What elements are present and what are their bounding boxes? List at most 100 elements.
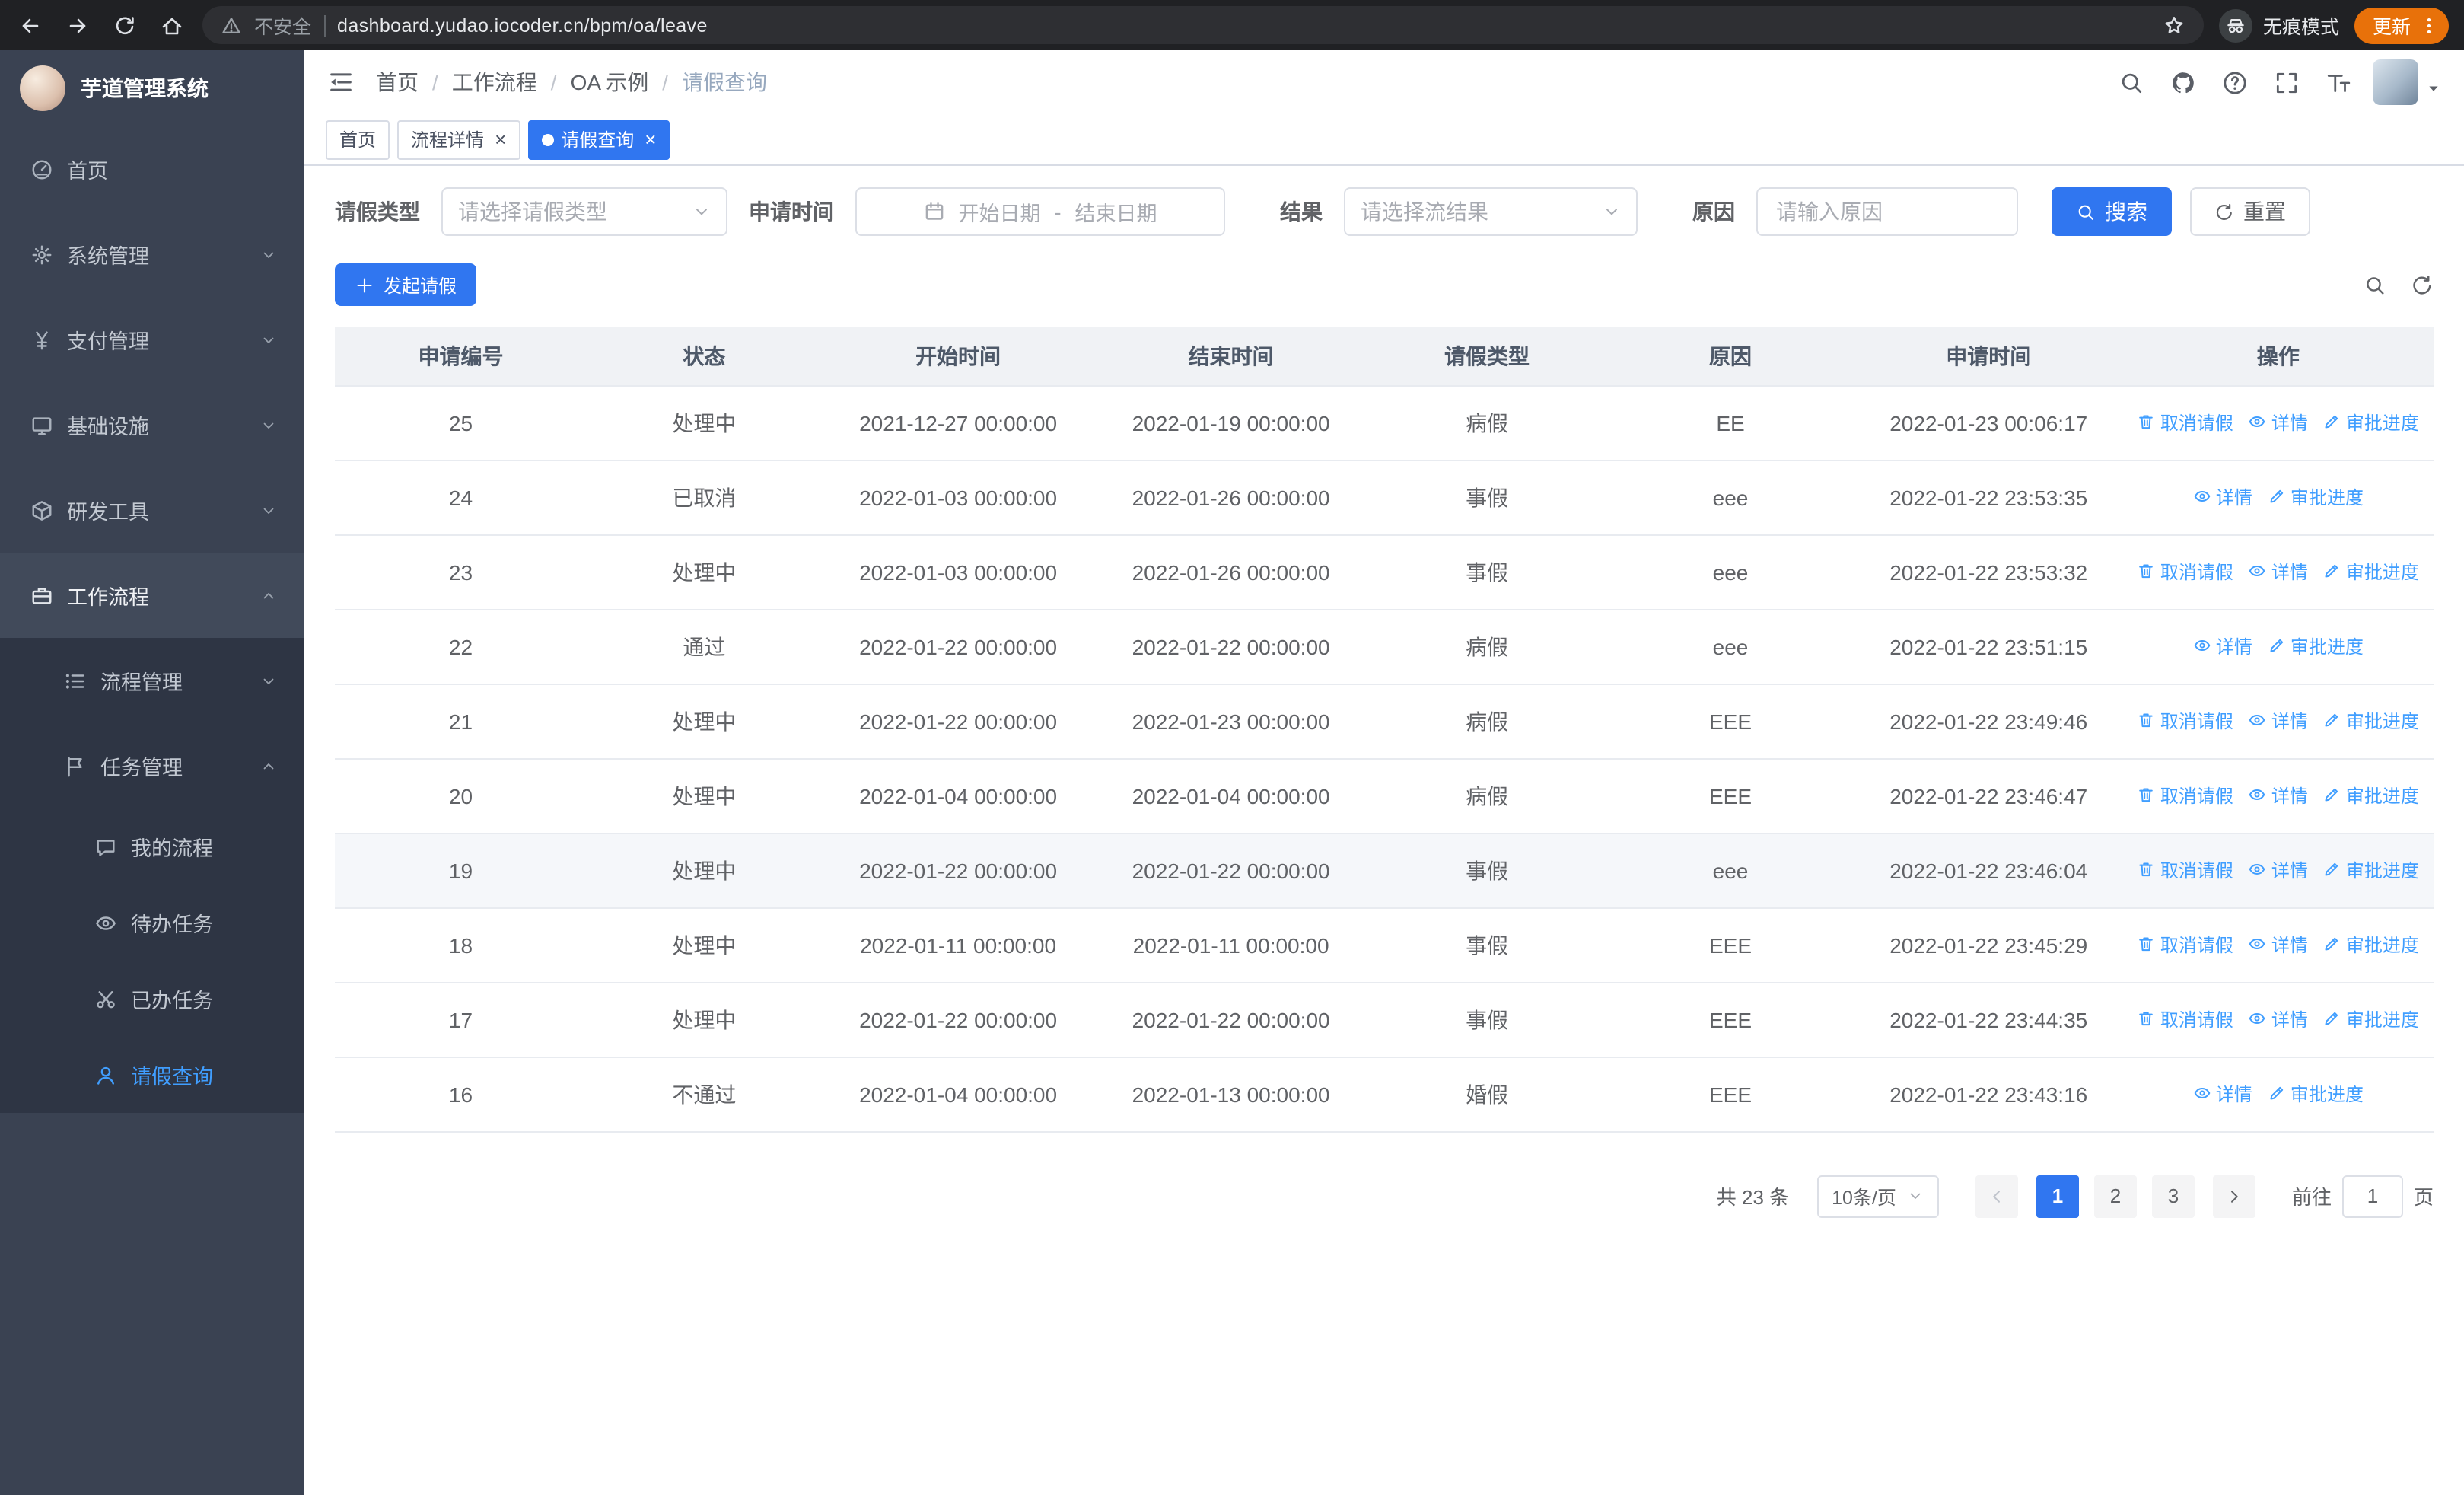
end-date-placeholder[interactable]: 结束日期	[1075, 196, 1157, 227]
sidebar-collapse-icon[interactable]	[327, 69, 355, 96]
cell-status: 处理中	[586, 385, 822, 461]
goto-page-input[interactable]	[2341, 1175, 2403, 1217]
result-select[interactable]: 请选择流结果	[1344, 187, 1638, 236]
caret-down-icon[interactable]	[2426, 81, 2441, 96]
action-progress-link[interactable]: 审批进度	[2323, 857, 2419, 883]
home-icon[interactable]	[160, 13, 184, 37]
sidebar-item[interactable]: 流程管理	[0, 638, 304, 723]
prev-page-button[interactable]	[1975, 1175, 2018, 1217]
action-detail-link[interactable]: 详情	[2249, 559, 2308, 585]
action-label: 取消请假	[2160, 561, 2233, 583]
action-detail-link[interactable]: 详情	[2193, 484, 2252, 510]
reason-input[interactable]	[1756, 187, 2018, 236]
sidebar-item[interactable]: 我的流程	[0, 808, 304, 885]
action-detail-link[interactable]: 详情	[2249, 410, 2308, 435]
action-progress-link[interactable]: 审批进度	[2323, 410, 2419, 435]
url-text[interactable]: dashboard.yudao.iocoder.cn/bpm/oa/leave	[337, 14, 2150, 36]
back-icon[interactable]	[18, 13, 43, 37]
sidebar-item[interactable]: 工作流程	[0, 553, 304, 638]
cell-id: 25	[335, 385, 587, 461]
sidebar-item[interactable]: 首页	[0, 126, 304, 212]
sidebar-item[interactable]: 任务管理	[0, 723, 304, 808]
action-progress-link[interactable]: 审批进度	[2268, 633, 2364, 659]
table-row: 19 处理中 2022-01-22 00:00:00 2022-01-22 00:00…	[335, 833, 2434, 908]
cell-type: 病假	[1367, 758, 1607, 834]
sidebar-item[interactable]: 待办任务	[0, 885, 304, 961]
close-icon[interactable]: ×	[645, 129, 656, 149]
action-cancel-link[interactable]: 取消请假	[2138, 783, 2233, 808]
next-page-button[interactable]	[2212, 1175, 2255, 1217]
action-progress-link[interactable]: 审批进度	[2268, 484, 2364, 510]
action-progress-link[interactable]: 审批进度	[2323, 708, 2419, 734]
reset-button[interactable]: 重置	[2190, 187, 2310, 236]
action-progress-link[interactable]: 审批进度	[2268, 1081, 2364, 1107]
breadcrumb-item[interactable]: 首页	[376, 67, 419, 97]
cell-reason: EEE	[1606, 1057, 1854, 1132]
sidebar-item[interactable]: 研发工具	[0, 467, 304, 553]
sidebar-item-label: 基础设施	[67, 416, 149, 438]
sidebar-item[interactable]: 系统管理	[0, 212, 304, 297]
forward-icon[interactable]	[65, 13, 90, 37]
action-detail-link[interactable]: 详情	[2249, 1006, 2308, 1032]
action-progress-link[interactable]: 审批进度	[2323, 783, 2419, 808]
action-cancel-link[interactable]: 取消请假	[2138, 857, 2233, 883]
table-header-row: 申请编号 状态 开始时间 结束时间 请假类型 原因 申请时间 操作	[335, 327, 2434, 386]
refresh-icon[interactable]	[2411, 273, 2434, 296]
question-icon[interactable]	[2222, 69, 2248, 95]
view-tab[interactable]: 首页	[326, 120, 390, 159]
fullscreen-icon[interactable]	[2274, 69, 2300, 95]
action-progress-link[interactable]: 审批进度	[2323, 559, 2419, 585]
sidebar-item[interactable]: 请假查询	[0, 1037, 304, 1113]
search-icon[interactable]	[2364, 273, 2386, 296]
action-cancel-link[interactable]: 取消请假	[2138, 410, 2233, 435]
user-menu[interactable]	[2373, 59, 2441, 105]
breadcrumb-item[interactable]: 工作流程	[452, 67, 537, 97]
breadcrumb-item[interactable]: OA 示例	[571, 67, 649, 97]
action-detail-link[interactable]: 详情	[2249, 783, 2308, 808]
cell-applied: 2022-01-22 23:45:29	[1854, 907, 2123, 983]
action-progress-link[interactable]: 审批进度	[2323, 932, 2419, 958]
close-icon[interactable]: ×	[495, 129, 506, 149]
user-icon	[94, 1063, 117, 1086]
action-cancel-link[interactable]: 取消请假	[2138, 559, 2233, 585]
view-tab[interactable]: 请假查询 ×	[527, 120, 670, 159]
action-detail-link[interactable]: 详情	[2193, 1081, 2252, 1107]
action-detail-link[interactable]: 详情	[2249, 932, 2308, 958]
page-button[interactable]: 2	[2093, 1175, 2137, 1217]
leave-type-select[interactable]: 请选择请假类型	[441, 187, 727, 236]
action-cancel-link[interactable]: 取消请假	[2138, 708, 2233, 734]
action-detail-link[interactable]: 详情	[2249, 857, 2308, 883]
create-leave-button[interactable]: 发起请假	[335, 263, 477, 306]
cell-actions: 取消请假 详情 审批进度	[2122, 684, 2434, 759]
app-logo[interactable]: 芋道管理系统	[0, 50, 304, 126]
action-cancel-link[interactable]: 取消请假	[2138, 1006, 2233, 1032]
action-progress-link[interactable]: 审批进度	[2323, 1006, 2419, 1032]
action-detail-link[interactable]: 详情	[2193, 633, 2252, 659]
edit-icon	[2268, 1085, 2286, 1103]
start-date-placeholder[interactable]: 开始日期	[959, 196, 1041, 227]
bookmark-star-icon[interactable]	[2163, 14, 2185, 37]
page-button[interactable]: 3	[2151, 1175, 2195, 1217]
browser-menu-dots-icon[interactable]	[2418, 14, 2440, 36]
sidebar-item[interactable]: 已办任务	[0, 961, 304, 1037]
page-content: 请假类型 请选择请假类型 申请时间 开始日期 - 结束日期 结果 请选择流结果 …	[304, 166, 2464, 1495]
font-size-icon[interactable]	[2326, 69, 2351, 95]
page-button[interactable]: 1	[2036, 1175, 2079, 1217]
apply-time-range-picker[interactable]: 开始日期 - 结束日期	[855, 187, 1225, 236]
action-cancel-link[interactable]: 取消请假	[2138, 932, 2233, 958]
search-button[interactable]: 搜索	[2052, 187, 2172, 236]
tab-label: 首页	[339, 129, 377, 151]
reload-icon[interactable]	[113, 13, 137, 37]
sidebar-item[interactable]: 基础设施	[0, 382, 304, 467]
page-size-select[interactable]: 10条/页	[1816, 1175, 1939, 1217]
update-button[interactable]: 更新	[2354, 7, 2449, 43]
view-tab[interactable]: 流程详情 ×	[397, 120, 520, 159]
search-icon[interactable]	[2119, 69, 2144, 95]
sidebar-item[interactable]: 支付管理	[0, 297, 304, 382]
security-label[interactable]: 不安全	[254, 11, 311, 40]
action-detail-link[interactable]: 详情	[2249, 708, 2308, 734]
address-bar[interactable]: 不安全 dashboard.yudao.iocoder.cn/bpm/oa/le…	[202, 6, 2204, 44]
user-avatar[interactable]	[2373, 59, 2418, 105]
github-icon[interactable]	[2170, 69, 2196, 95]
edit-icon	[2323, 712, 2341, 730]
